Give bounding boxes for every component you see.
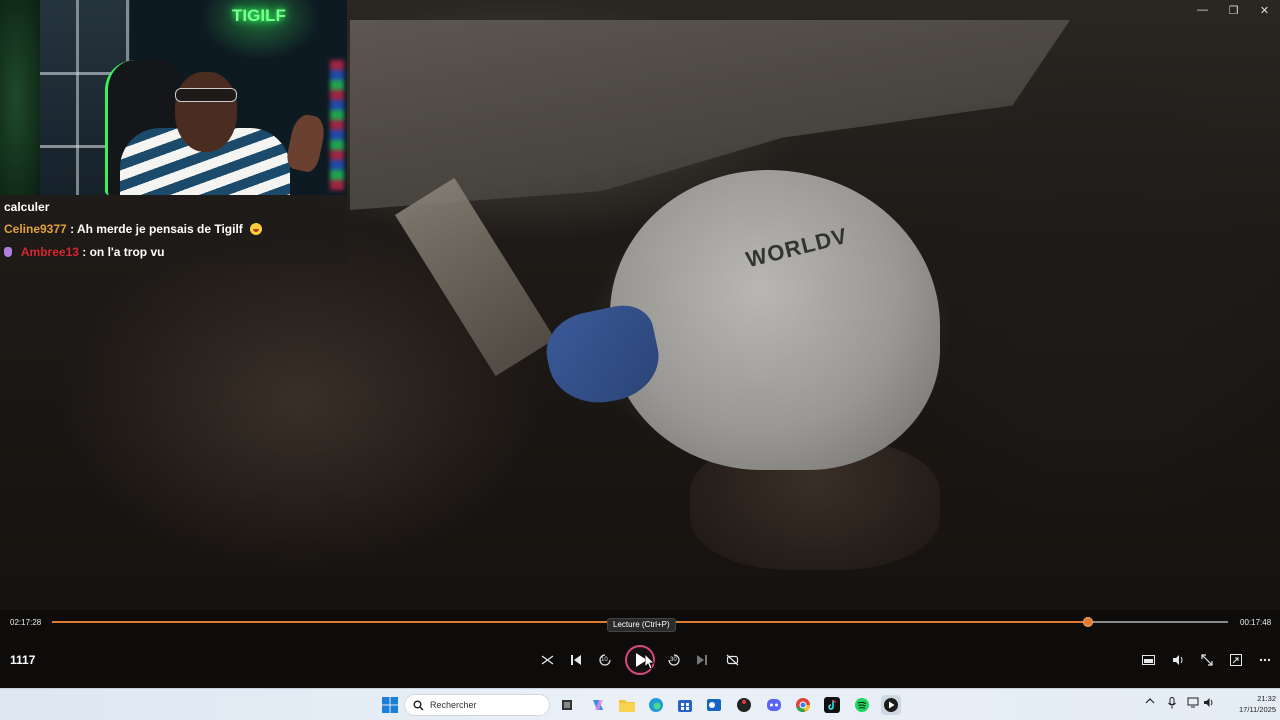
- media-player-app[interactable]: [881, 695, 901, 715]
- neon-sign: TIGILF: [232, 6, 286, 25]
- media-player-icon: [884, 698, 898, 712]
- game-app[interactable]: [734, 695, 754, 715]
- chat-text: : on l'a trop vu: [82, 245, 165, 259]
- next-icon: [697, 655, 707, 665]
- volume-icon: [1172, 655, 1182, 665]
- streamer-glasses: [175, 88, 237, 102]
- chrome-icon: [796, 698, 810, 713]
- led-lights: [330, 60, 344, 190]
- skip-forward-button[interactable]: 30: [664, 650, 684, 670]
- windows-logo-icon: [382, 697, 398, 713]
- seek-progress: [52, 621, 1089, 623]
- microphone-icon[interactable]: [1167, 697, 1177, 712]
- user-badge-icon: [4, 247, 12, 257]
- copilot-icon: [593, 700, 603, 710]
- wooden-board: [395, 177, 556, 377]
- file-explorer-app[interactable]: [617, 695, 637, 715]
- chat-overlay: calculer Celine9377 : Ah merde je pensai…: [0, 195, 347, 263]
- chat-message: Celine9377 : Ah merde je pensais de Tigi…: [4, 222, 263, 236]
- streamer-head: [175, 72, 237, 152]
- repeat-off-button[interactable]: [722, 650, 742, 670]
- seek-thumb[interactable]: [1083, 617, 1094, 627]
- close-button[interactable]: ✕: [1249, 0, 1280, 20]
- chat-message: Ambree13 : on l'a trop vu: [4, 245, 164, 259]
- outlook-icon: [707, 699, 721, 711]
- minimize-button[interactable]: —: [1187, 0, 1218, 20]
- chrome-app[interactable]: [793, 695, 813, 715]
- repeat-off-icon: [726, 654, 738, 666]
- start-button[interactable]: [380, 695, 400, 715]
- folder-icon: [619, 700, 635, 712]
- christmas-tree: [0, 0, 40, 195]
- clock-date: 17/11/2025: [1239, 705, 1276, 714]
- streamer-hand: [284, 112, 328, 174]
- chat-username: Celine9377: [4, 222, 67, 236]
- previous-button[interactable]: [566, 650, 586, 670]
- counter-label: 1117: [10, 653, 36, 667]
- more-options-button[interactable]: [1255, 650, 1275, 670]
- elapsed-time: 02:17:28: [10, 618, 42, 627]
- tiktok-app[interactable]: [822, 695, 842, 715]
- skip-forward-label: 30: [670, 657, 677, 663]
- task-view-icon: [562, 700, 572, 710]
- chat-text: : Ah merde je pensais de Tigilf: [70, 222, 243, 236]
- discord-icon: [767, 699, 781, 711]
- play-tooltip: Lecture (Ctrl+P): [607, 618, 676, 632]
- taskbar-search[interactable]: Rechercher: [404, 694, 550, 716]
- search-icon: [413, 700, 424, 711]
- windows-taskbar: Rechercher 21:32 17/11/2025: [0, 688, 1280, 720]
- chat-top-text: calculer: [4, 200, 50, 214]
- pip-button[interactable]: [1226, 650, 1246, 670]
- discord-app[interactable]: [764, 695, 784, 715]
- person-body: [610, 170, 940, 470]
- webcam-overlay: TIGILF: [0, 0, 347, 195]
- shuffle-icon: [541, 655, 553, 665]
- outlook-app[interactable]: [704, 695, 724, 715]
- remaining-time: 00:17:48: [1240, 618, 1272, 627]
- edge-app[interactable]: [646, 695, 666, 715]
- previous-icon: [571, 655, 581, 665]
- more-options-icon: [1259, 658, 1271, 662]
- store-app[interactable]: [675, 695, 695, 715]
- mouse-pointer-icon: [645, 654, 655, 670]
- laughing-emoji-icon: [250, 223, 263, 235]
- store-icon: [678, 700, 692, 712]
- game-icon: [737, 698, 751, 712]
- tray-overflow-icon[interactable]: [1145, 697, 1155, 708]
- fullscreen-icon: [1201, 654, 1213, 666]
- miniplayer-icon: [1141, 655, 1155, 665]
- taskbar-clock[interactable]: 21:32 17/11/2025: [1220, 693, 1276, 715]
- shuffle-button[interactable]: [537, 650, 557, 670]
- next-button[interactable]: [692, 650, 712, 670]
- fullscreen-button[interactable]: [1197, 650, 1217, 670]
- edge-icon: [649, 698, 663, 712]
- network-icon[interactable]: [1187, 697, 1199, 711]
- maximize-button[interactable]: ❐: [1218, 0, 1249, 20]
- skip-back-button[interactable]: 10: [595, 650, 615, 670]
- picture-in-picture-icon: [1230, 654, 1242, 666]
- speaker-icon[interactable]: [1203, 697, 1215, 711]
- spotify-app[interactable]: [852, 695, 872, 715]
- task-view-button[interactable]: [557, 695, 577, 715]
- miniplayer-button[interactable]: [1138, 650, 1158, 670]
- video-player-window: WORLDV — ❐ ✕ TIGILF calculer Celine9377 …: [0, 0, 1280, 720]
- window-controls: — ❐ ✕: [1187, 0, 1280, 20]
- spotify-icon: [855, 698, 869, 712]
- shelf-post: [76, 0, 79, 195]
- player-controls: 02:17:28 00:17:48 Lecture (Ctrl+P) 1117 …: [0, 610, 1280, 688]
- copilot-app[interactable]: [588, 695, 608, 715]
- chat-username: Ambree13: [20, 245, 79, 259]
- clock-time: 21:32: [1257, 694, 1276, 703]
- skip-back-label: 10: [601, 657, 608, 663]
- volume-button[interactable]: [1168, 650, 1188, 670]
- tiktok-icon: [824, 697, 840, 713]
- search-placeholder: Rechercher: [430, 700, 477, 710]
